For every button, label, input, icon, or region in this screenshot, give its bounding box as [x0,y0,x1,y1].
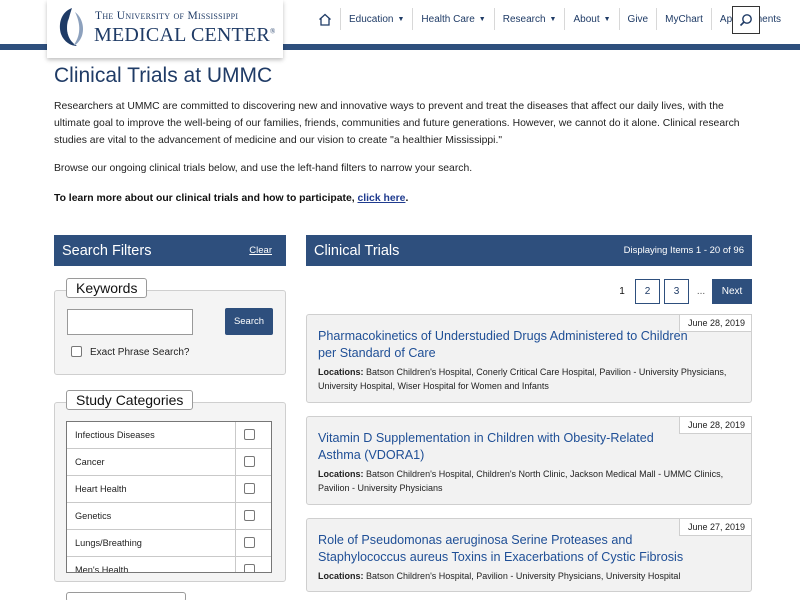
search-filters-header: Search Filters Clear [54,235,286,266]
home-icon [319,13,331,26]
learn-more-text: To learn more about our clinical trials … [54,193,409,204]
clinical-trials-title: Clinical Trials [314,242,400,259]
exact-phrase-checkbox[interactable] [71,346,82,357]
category-row-mens-health: Men's Health [67,557,271,573]
study-categories-legend: Study Categories [66,390,194,410]
category-row-cancer: Cancer [67,449,271,476]
pagination-current: 1 [619,286,625,297]
trial-card: June 28, 2019 Vitamin D Supplementation … [306,416,752,505]
chevron-down-icon: ▼ [478,15,486,23]
nav-item-give[interactable]: Give [620,0,657,38]
category-row-genetics: Genetics [67,503,271,530]
study-categories-list[interactable]: Infectious Diseases Cancer Heart Health … [66,421,272,573]
category-checkbox[interactable] [244,456,255,467]
category-label: Lungs/Breathing [75,538,142,548]
trial-locations: Locations: Batson Children's Hospital, C… [318,469,724,493]
trial-locations: Locations: Batson Children's Hospital, P… [318,571,681,581]
column-divider [235,449,236,476]
nav-home[interactable] [310,0,340,38]
category-checkbox[interactable] [244,537,255,548]
trial-title-link[interactable]: Role of Pseudomonas aeruginosa Serine Pr… [318,532,698,566]
next-filter-legend [66,592,186,600]
nav-item-education[interactable]: Education ▼ [341,0,412,38]
trial-card: June 28, 2019 Pharmacokinetics of Unders… [306,314,752,403]
trial-title-link[interactable]: Pharmacokinetics of Understudied Drugs A… [318,328,698,362]
trial-card: June 27, 2019 Role of Pseudomonas aerugi… [306,518,752,592]
clinical-trials-header: Clinical Trials Displaying Items 1 - 20 … [306,235,752,266]
chevron-down-icon: ▼ [397,15,405,23]
category-row-infectious-diseases: Infectious Diseases [67,422,271,449]
keywords-legend: Keywords [66,278,148,298]
logo-mark-icon [59,8,83,46]
category-checkbox[interactable] [244,510,255,521]
category-label: Heart Health [75,484,127,494]
intro-paragraph: Researchers at UMMC are committed to dis… [54,101,740,146]
nav-item-health-care[interactable]: Health Care ▼ [413,0,493,38]
chevron-down-icon: ▼ [549,15,557,23]
clear-filters-link[interactable]: Clear [249,245,272,256]
nav-item-about[interactable]: About ▼ [565,0,618,38]
site-logo[interactable]: The University of Mississippi MEDICAL CE… [47,0,283,58]
category-label: Infectious Diseases [75,430,155,440]
column-divider [235,530,236,557]
site-search-button[interactable] [732,6,760,34]
chevron-down-icon: ▼ [603,15,611,23]
category-checkbox[interactable] [244,429,255,440]
exact-phrase-label: Exact Phrase Search? [90,347,190,358]
search-filters-title: Search Filters [62,242,152,259]
display-count: Displaying Items 1 - 20 of 96 [623,245,744,256]
category-row-lungs-breathing: Lungs/Breathing [67,530,271,557]
category-checkbox[interactable] [244,564,255,572]
column-divider [235,422,236,449]
click-here-link[interactable]: click here [358,193,406,204]
logo-medical-center-text: MEDICAL CENTER® [94,24,276,46]
pagination-page-2[interactable]: 2 [635,279,660,304]
page-title: Clinical Trials at UMMC [54,64,273,87]
keyword-input[interactable] [67,309,193,335]
nav-item-research[interactable]: Research ▼ [495,0,565,38]
category-label: Cancer [75,457,105,467]
pagination-page-3[interactable]: 3 [664,279,689,304]
logo-university-text: The University of Mississippi [95,10,239,22]
pagination-ellipsis: ... [696,286,706,297]
trial-locations: Locations: Batson Children's Hospital, C… [318,367,727,391]
nav-item-mychart[interactable]: MyChart [657,0,711,38]
pagination-next-button[interactable]: Next [712,279,752,304]
browse-text: Browse our ongoing clinical trials below… [54,163,473,174]
keyword-search-button[interactable]: Search [225,308,273,335]
column-divider [235,503,236,530]
category-row-heart-health: Heart Health [67,476,271,503]
trial-title-link[interactable]: Vitamin D Supplementation in Children wi… [318,430,698,464]
category-checkbox[interactable] [244,483,255,494]
column-divider [235,557,236,572]
category-label: Genetics [75,511,112,521]
category-label: Men's Health [75,565,129,573]
main-nav: Education ▼ Health Care ▼ Research ▼ About ▼… [310,0,789,38]
column-divider [235,476,236,503]
search-icon [739,14,752,27]
